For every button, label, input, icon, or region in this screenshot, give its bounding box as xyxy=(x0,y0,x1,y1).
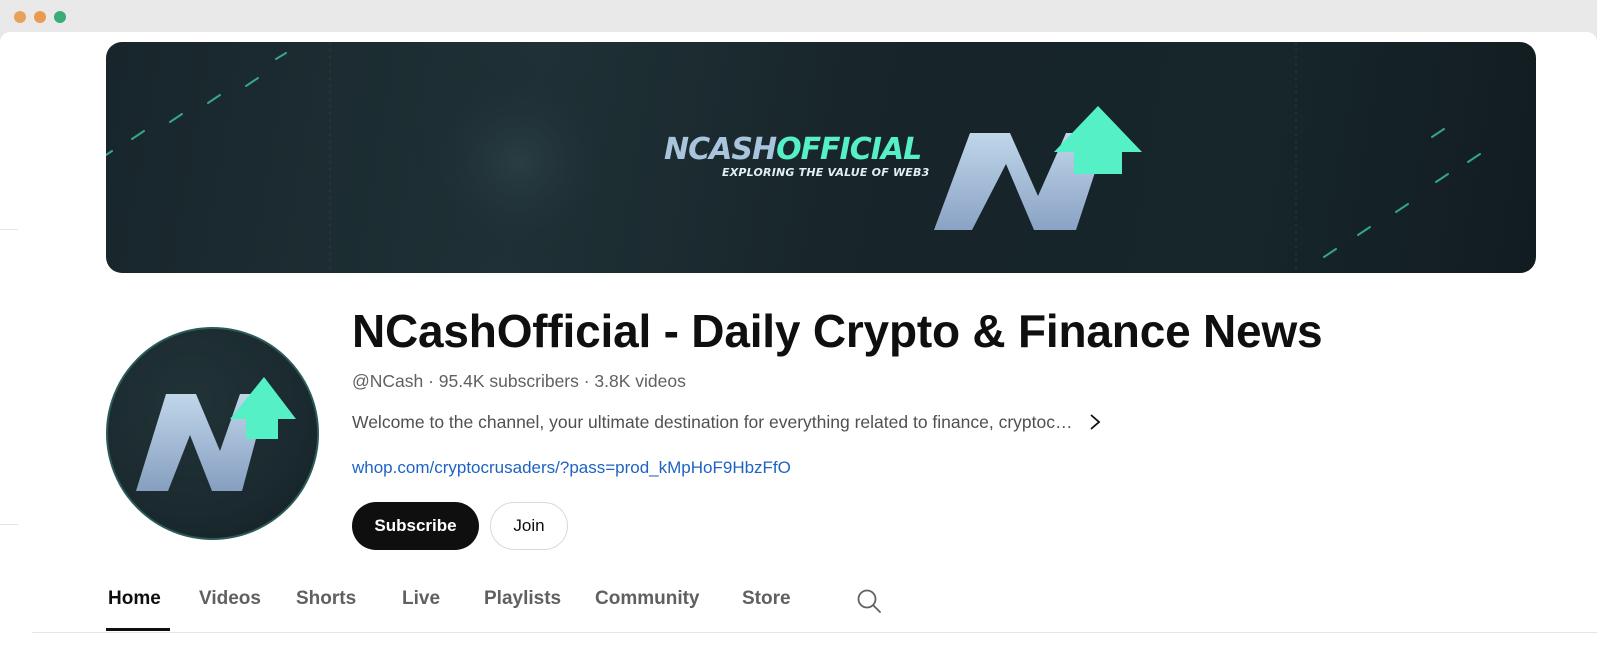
tab-community[interactable]: Community xyxy=(595,588,700,610)
channel-title: NCashOfficial - Daily Crypto & Finance N… xyxy=(352,305,1323,357)
side-divider xyxy=(0,229,18,230)
subscribe-button[interactable]: Subscribe xyxy=(352,502,479,550)
channel-description[interactable]: Welcome to the channel, your ultimate de… xyxy=(352,410,1102,434)
search-icon[interactable] xyxy=(856,588,882,614)
banner-tagline: EXPLORING THE VALUE OF WEB3 xyxy=(722,166,930,179)
tabs-divider xyxy=(32,632,1597,633)
channel-banner: NCASHOFFICIAL EXPLORING THE VALUE OF WEB… xyxy=(106,42,1536,273)
tab-home[interactable]: Home xyxy=(108,588,161,610)
active-tab-indicator xyxy=(106,628,170,631)
channel-external-link[interactable]: whop.com/cryptocrusaders/?pass=prod_kMpH… xyxy=(352,458,791,478)
tab-videos[interactable]: Videos xyxy=(199,588,261,610)
side-divider xyxy=(0,524,18,525)
banner-logo-text: NCASHOFFICIAL xyxy=(664,132,922,167)
window-maximize-button[interactable] xyxy=(54,11,66,23)
description-text: Welcome to the channel, your ultimate de… xyxy=(352,411,1073,432)
tab-playlists[interactable]: Playlists xyxy=(484,588,561,610)
channel-logo-icon xyxy=(136,377,296,491)
channel-avatar[interactable] xyxy=(106,327,319,540)
tab-store[interactable]: Store xyxy=(742,588,791,610)
tab-shorts[interactable]: Shorts xyxy=(296,588,356,610)
tab-live[interactable]: Live xyxy=(402,588,440,610)
window-close-button[interactable] xyxy=(14,11,26,23)
channel-tabs: Home Videos Shorts Live Playlists Commun… xyxy=(106,580,1597,632)
browser-titlebar xyxy=(0,0,1597,32)
window-minimize-button[interactable] xyxy=(34,11,46,23)
join-button[interactable]: Join xyxy=(490,502,568,550)
chevron-right-icon[interactable] xyxy=(1088,412,1102,432)
channel-page: NCASHOFFICIAL EXPLORING THE VALUE OF WEB… xyxy=(0,32,1597,664)
channel-stats: @NCash · 95.4K subscribers · 3.8K videos xyxy=(352,371,686,391)
